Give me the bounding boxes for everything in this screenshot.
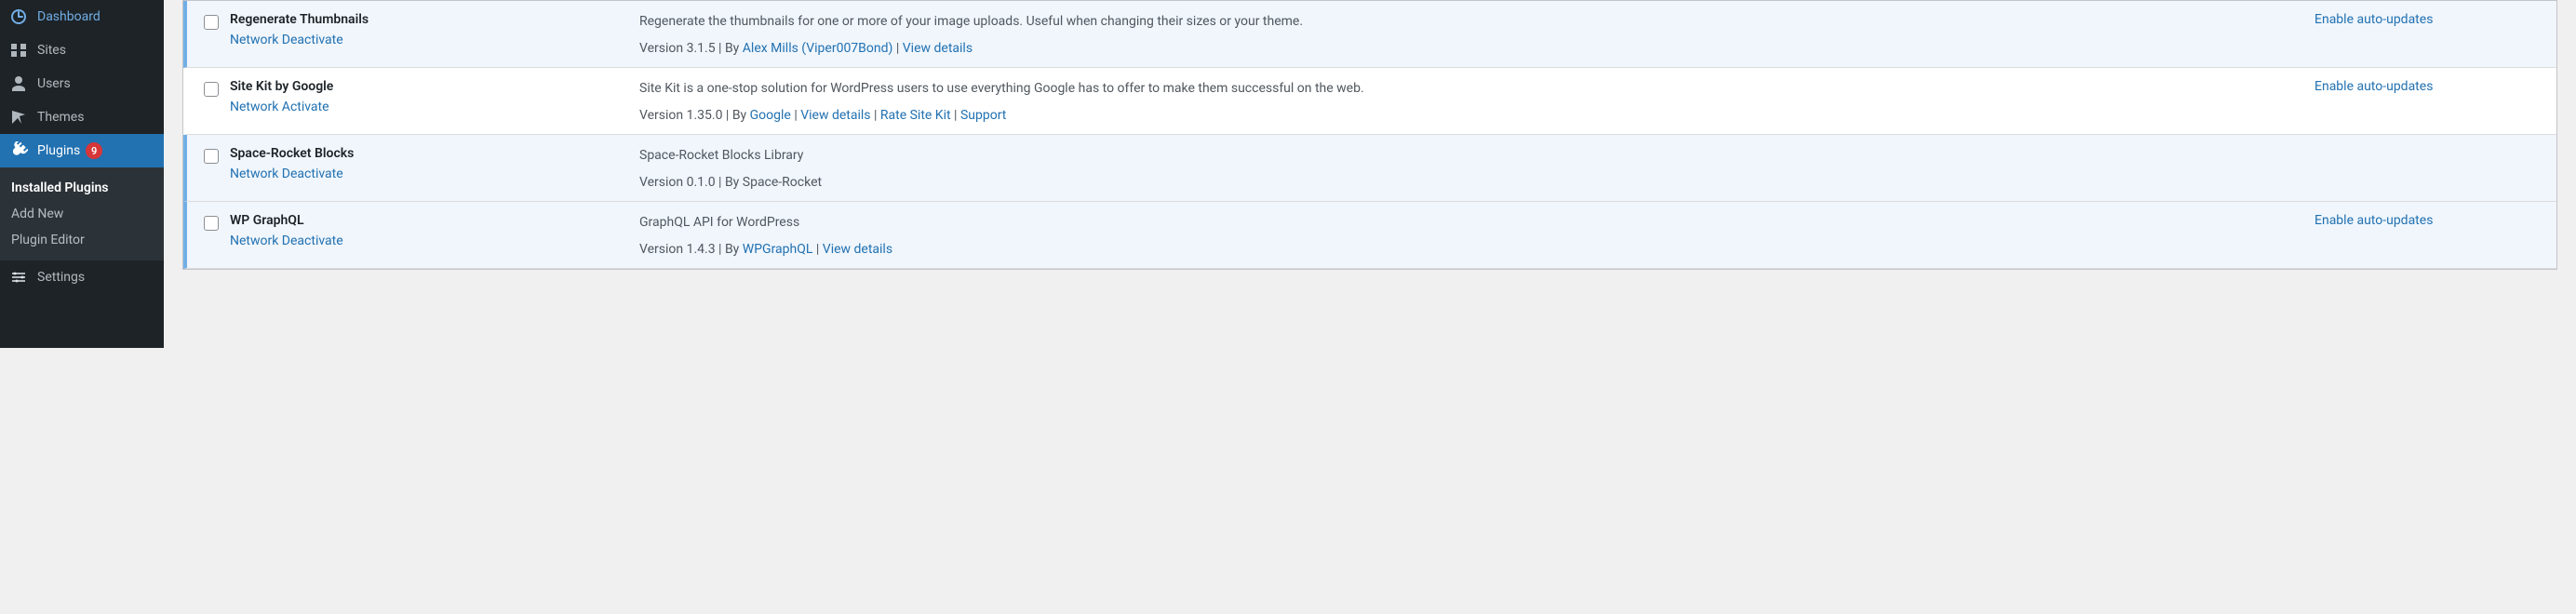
plugin-name: Regenerate Thumbnails: [230, 12, 621, 27]
submenu-item-add-new[interactable]: Add New: [0, 201, 164, 227]
plugin-view-details-link[interactable]: View details: [903, 41, 973, 56]
submenu-item-plugin-editor[interactable]: Plugin Editor: [0, 227, 164, 253]
enable-auto-updates-link[interactable]: Enable auto-updates: [2314, 79, 2433, 94]
plugins-submenu: Installed Plugins Add New Plugin Editor: [0, 167, 164, 260]
themes-icon: [9, 108, 28, 127]
sidebar-item-dashboard[interactable]: Dashboard: [0, 0, 164, 33]
plugin-name: WP GraphQL: [230, 213, 621, 228]
dashboard-icon: [9, 7, 28, 26]
sidebar-item-settings[interactable]: Settings: [0, 260, 164, 294]
plugin-description: Regenerate the thumbnails for one or mor…: [639, 12, 2296, 32]
plugin-view-details-link[interactable]: View details: [800, 108, 870, 123]
plugin-row: Regenerate Thumbnails Network Deactivate…: [183, 1, 2556, 68]
plugin-action-link[interactable]: Network Activate: [230, 100, 329, 114]
plugin-checkbox[interactable]: [204, 82, 219, 97]
sidebar-item-label: Plugins: [37, 143, 80, 158]
sidebar-item-label: Settings: [37, 270, 85, 285]
plugin-action-link[interactable]: Network Deactivate: [230, 167, 343, 181]
enable-auto-updates-link[interactable]: Enable auto-updates: [2314, 213, 2433, 228]
plugin-author-link[interactable]: Google: [750, 108, 791, 123]
sidebar-item-themes[interactable]: Themes: [0, 100, 164, 134]
plugin-version-by: Version 1.4.3 | By: [639, 242, 743, 257]
plugin-view-details-link[interactable]: View details: [823, 242, 892, 257]
users-icon: [9, 74, 28, 93]
sites-icon: [9, 41, 28, 60]
plugin-version-by: Version 1.35.0 | By: [639, 108, 750, 123]
plugin-version-by: Version 0.1.0 | By Space-Rocket: [639, 175, 822, 190]
plugin-author-link[interactable]: Alex Mills (Viper007Bond): [743, 41, 893, 56]
plugin-meta: Version 1.35.0 | By Google | View detail…: [639, 108, 2296, 123]
plugin-description: GraphQL API for WordPress: [639, 213, 2296, 233]
plugin-version-by: Version 3.1.5 | By: [639, 41, 743, 56]
plugin-checkbox[interactable]: [204, 216, 219, 231]
plugin-checkbox[interactable]: [204, 15, 219, 30]
enable-auto-updates-link[interactable]: Enable auto-updates: [2314, 12, 2433, 27]
plugin-meta: Version 1.4.3 | By WPGraphQL | View deta…: [639, 242, 2296, 257]
plugin-name: Space-Rocket Blocks: [230, 146, 621, 161]
sidebar-item-users[interactable]: Users: [0, 67, 164, 100]
sidebar-item-label: Themes: [37, 110, 84, 125]
plugin-checkbox[interactable]: [204, 149, 219, 164]
submenu-item-installed-plugins[interactable]: Installed Plugins: [0, 175, 164, 201]
plugins-update-badge: 9: [86, 142, 102, 159]
plugin-description: Space-Rocket Blocks Library: [639, 146, 2296, 166]
plugins-list: Regenerate Thumbnails Network Deactivate…: [164, 0, 2576, 348]
plugin-description: Site Kit is a one-stop solution for Word…: [639, 79, 2296, 99]
admin-sidebar: Dashboard Sites Users Themes Plugins: [0, 0, 164, 348]
plugin-row: Space-Rocket Blocks Network Deactivate S…: [183, 135, 2556, 202]
sidebar-item-label: Users: [37, 76, 71, 91]
sidebar-item-label: Sites: [37, 43, 66, 58]
plugins-icon: [9, 141, 28, 160]
plugin-row: WP GraphQL Network Deactivate GraphQL AP…: [183, 202, 2556, 269]
sidebar-item-sites[interactable]: Sites: [0, 33, 164, 67]
plugin-meta: Version 0.1.0 | By Space-Rocket: [639, 175, 2296, 190]
settings-icon: [9, 268, 28, 287]
plugin-name: Site Kit by Google: [230, 79, 621, 94]
plugin-action-link[interactable]: Network Deactivate: [230, 33, 343, 47]
plugin-support-link[interactable]: Support: [960, 108, 1006, 123]
plugin-author-link[interactable]: WPGraphQL: [743, 242, 813, 257]
plugin-meta: Version 3.1.5 | By Alex Mills (Viper007B…: [639, 41, 2296, 56]
sidebar-item-plugins[interactable]: Plugins 9: [0, 134, 164, 167]
sidebar-item-label: Dashboard: [37, 9, 101, 24]
plugin-action-link[interactable]: Network Deactivate: [230, 234, 343, 248]
plugin-row: Site Kit by Google Network Activate Site…: [183, 68, 2556, 135]
plugin-rate-link[interactable]: Rate Site Kit: [880, 108, 951, 123]
